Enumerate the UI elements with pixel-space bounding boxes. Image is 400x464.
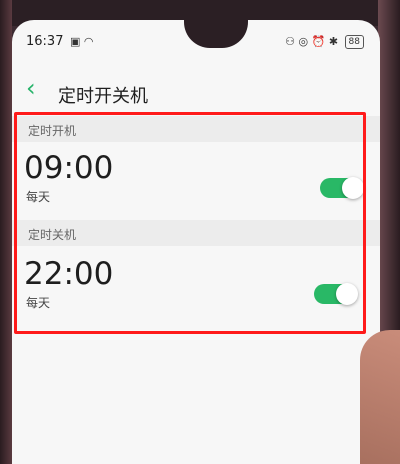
annotation-highlight-box	[14, 112, 366, 334]
page-title: 定时开关机	[58, 86, 148, 107]
battery-icon: 88	[344, 35, 364, 49]
status-bar: 16:37 ▣ ◠ ⚇ ◎ ⏰ ✱ 88	[12, 30, 380, 54]
system-icons: ⚇ ◎ ⏰ ✱	[285, 35, 339, 48]
back-chevron-icon[interactable]: ‹	[26, 76, 48, 100]
system-status-icons: ⚇ ◎ ⏰ ✱ 88	[285, 35, 364, 49]
page-header: ‹ 定时开关机	[12, 72, 380, 112]
phone-bezel-left	[0, 0, 12, 464]
status-time: 16:37	[26, 34, 64, 49]
user-hand	[360, 330, 400, 464]
notification-icons: ▣ ◠	[70, 35, 94, 48]
